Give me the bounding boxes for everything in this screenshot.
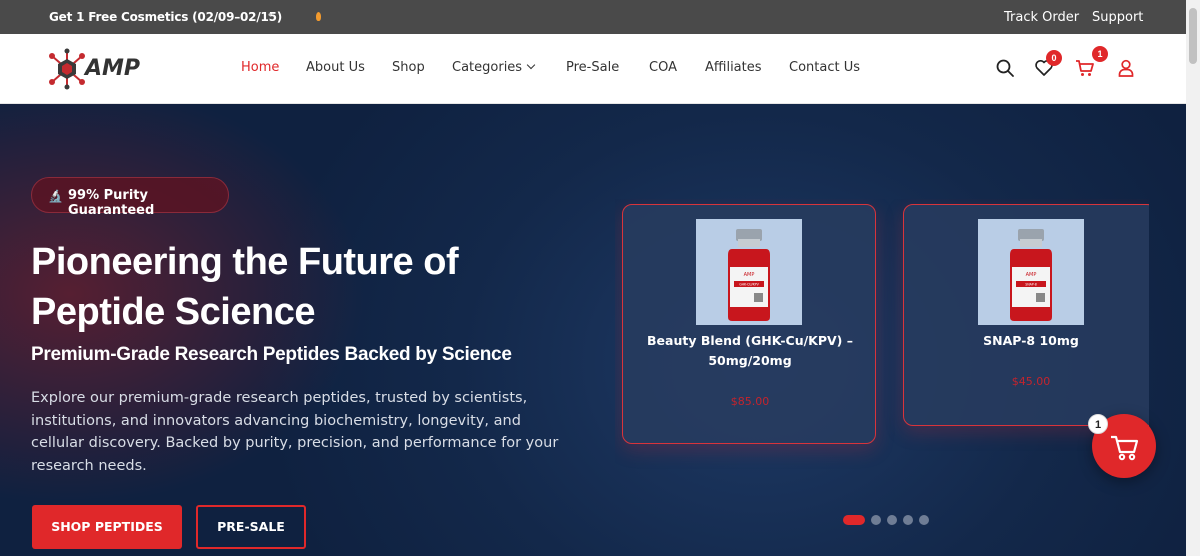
nav-categories-label: Categories — [452, 60, 523, 75]
hero-title-line-2: Peptide Science — [31, 291, 315, 333]
wishlist-button[interactable]: 0 — [1034, 50, 1062, 80]
nav-contact-us[interactable]: Contact Us — [789, 60, 860, 75]
vial-label-text: GHK-CU/KPV — [739, 283, 759, 287]
logo-text: AMP — [85, 56, 141, 81]
chevron-down-icon — [526, 60, 536, 70]
hero-title-line-1: Pioneering the Future of — [31, 241, 459, 283]
promo-text[interactable]: Get 1 Free Cosmetics (02/09–02/15) — [49, 10, 282, 24]
product-image[interactable]: AMP SNAP-8 — [978, 219, 1084, 325]
page-scrollbar[interactable] — [1186, 0, 1200, 556]
carousel-dot[interactable] — [871, 515, 881, 525]
promo-bar: Get 1 Free Cosmetics (02/09–02/15) • Tra… — [0, 0, 1200, 34]
purity-badge: 🔬 99% Purity Guaranteed — [31, 177, 229, 218]
track-order-link[interactable]: Track Order — [1004, 10, 1079, 25]
product-name[interactable]: Beauty Blend (GHK-Cu/KPV) – 50mg/20mg — [633, 331, 867, 371]
microscope-icon: 🔬 — [48, 189, 63, 203]
vial-logo-text: AMP — [1026, 272, 1037, 278]
cart-count-badge: 1 — [1092, 46, 1108, 62]
pre-sale-button[interactable]: PRE-SALE — [196, 505, 306, 549]
product-carousel: AMP GHK-CU/KPV Beauty Blend (GHK-Cu/KPV)… — [615, 199, 1149, 556]
vial-logo-text: AMP — [744, 272, 755, 278]
carousel-dot[interactable] — [903, 515, 913, 525]
hero-title: Pioneering the Future of Peptide Science — [31, 237, 591, 337]
carousel-dot[interactable] — [919, 515, 929, 525]
nav-categories[interactable]: Categories — [452, 60, 536, 75]
nav-about-us[interactable]: About Us — [306, 60, 365, 75]
vial-image: AMP SNAP-8 — [1010, 229, 1052, 321]
carousel-dot[interactable] — [887, 515, 897, 525]
wishlist-count-badge: 0 — [1046, 50, 1062, 66]
search-icon — [996, 59, 1014, 77]
carousel-dot[interactable] — [843, 515, 865, 525]
nav-home[interactable]: Home — [241, 60, 279, 75]
product-price: $85.00 — [730, 395, 770, 408]
shop-peptides-button[interactable]: SHOP PEPTIDES — [32, 505, 182, 549]
floating-cart-button[interactable]: 1 — [1088, 414, 1156, 478]
floating-cart-count-badge: 1 — [1088, 414, 1108, 434]
product-image[interactable]: AMP GHK-CU/KPV — [696, 219, 802, 325]
product-card[interactable]: AMP GHK-CU/KPV Beauty Blend (GHK-Cu/KPV)… — [622, 204, 876, 444]
nav-coa[interactable]: COA — [649, 60, 677, 75]
product-card[interactable]: AMP SNAP-8 SNAP-8 10mg $45.00 — [903, 204, 1149, 426]
nav-pre-sale[interactable]: Pre-Sale — [566, 60, 619, 75]
product-name-line-1: Beauty Blend (GHK-Cu/KPV) – — [647, 333, 853, 348]
product-price: $45.00 — [1011, 375, 1051, 388]
nav-shop[interactable]: Shop — [392, 60, 425, 75]
product-name-line-2: 50mg/20mg — [708, 353, 792, 368]
purity-badge-text: 99% Purity Guaranteed — [68, 188, 155, 218]
flame-icon — [316, 12, 321, 21]
promo-separator: • — [268, 10, 272, 21]
site-logo[interactable]: AMP — [47, 48, 147, 90]
logo-molecule-icon — [49, 48, 85, 90]
vial-label-text: SNAP-8 — [1025, 283, 1037, 287]
nav-affiliates[interactable]: Affiliates — [705, 60, 762, 75]
product-name[interactable]: SNAP-8 10mg — [914, 331, 1148, 351]
hero-section: 🔬 99% Purity Guaranteed Pioneering the F… — [0, 104, 1200, 556]
cart-icon — [1076, 60, 1094, 76]
user-icon — [1118, 59, 1134, 77]
hero-description: Explore our premium-grade research pepti… — [31, 390, 559, 474]
scrollbar-thumb[interactable] — [1189, 8, 1197, 64]
main-nav: AMP Home About Us Shop Categories Pre-Sa… — [0, 34, 1200, 104]
cart-button[interactable]: 1 — [1075, 46, 1108, 80]
support-link[interactable]: Support — [1092, 10, 1143, 25]
account-button[interactable] — [1116, 58, 1138, 80]
vial-image: AMP GHK-CU/KPV — [728, 229, 770, 321]
product-name-line-1: SNAP-8 10mg — [983, 333, 1079, 348]
hero-subtitle: Premium-Grade Research Peptides Backed b… — [31, 344, 512, 365]
search-button[interactable] — [995, 58, 1017, 80]
